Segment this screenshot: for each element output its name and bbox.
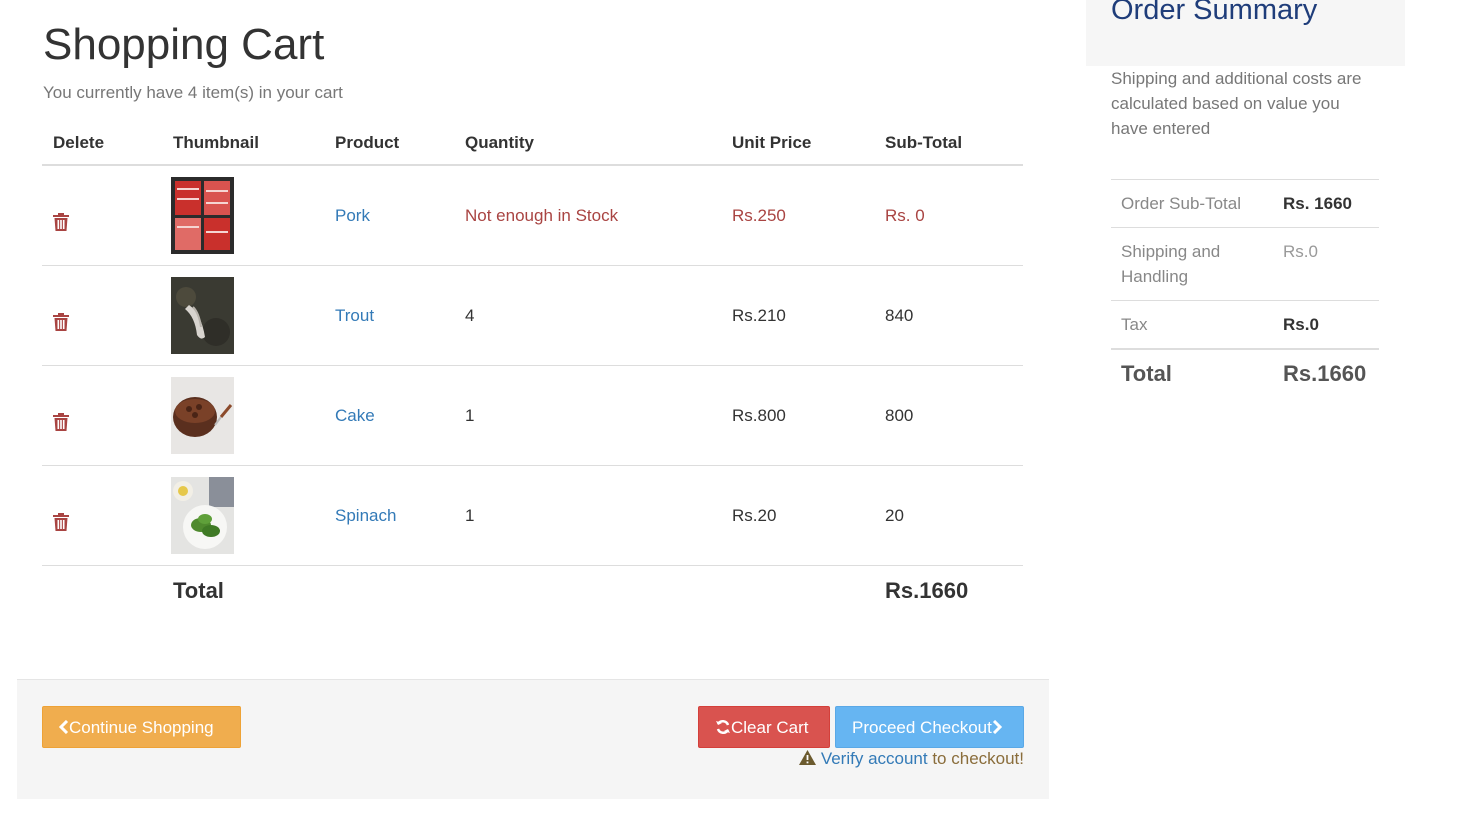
order-summary-table: Order Sub-Total Rs. 1660 Shipping and Ha… xyxy=(1111,179,1379,397)
header-unit-price: Unit Price xyxy=(721,122,874,166)
proceed-checkout-label: Proceed Checkout xyxy=(852,718,992,737)
unit-price-cell: Rs.250 xyxy=(721,165,874,266)
summary-value: Rs. 1660 xyxy=(1273,179,1379,228)
order-summary-title: Order Summary xyxy=(1111,0,1318,26)
cart-total-value: Rs.1660 xyxy=(885,578,969,603)
unit-price-cell: Rs.210 xyxy=(721,265,874,366)
thumbnail-cell xyxy=(162,165,324,266)
delete-cell xyxy=(42,265,162,366)
summary-label: Shipping and Handling xyxy=(1111,227,1273,301)
refresh-icon xyxy=(715,718,731,737)
thumbnail-cell xyxy=(162,465,324,566)
chevron-left-icon xyxy=(58,718,69,737)
quantity-cell: 1 xyxy=(454,365,721,466)
cart-total-label: Total xyxy=(173,578,224,603)
header-subtotal: Sub-Total xyxy=(874,122,1023,166)
header-quantity: Quantity xyxy=(454,122,721,166)
cart-footer: Continue Shopping Clear Cart Proceed Che… xyxy=(17,679,1049,799)
subtotal-cell: 20 xyxy=(874,465,1023,566)
order-summary-header: Order Summary xyxy=(1086,0,1405,66)
summary-row: Order Sub-Total Rs. 1660 xyxy=(1111,179,1379,228)
summary-row: Shipping and Handling Rs.0 xyxy=(1111,227,1379,301)
continue-shopping-button[interactable]: Continue Shopping xyxy=(42,706,241,748)
spinach-thumbnail[interactable] xyxy=(171,477,234,554)
cart-total-row: Total Rs.1660 xyxy=(42,566,1023,617)
cart-table: Delete Thumbnail Product Quantity Unit P… xyxy=(42,122,1023,616)
subtotal-cell: Rs. 0 xyxy=(874,165,1023,266)
summary-label: Tax xyxy=(1111,300,1273,349)
thumbnail-cell xyxy=(162,265,324,366)
trash-icon[interactable] xyxy=(52,412,70,432)
product-cell: Pork xyxy=(324,165,454,266)
delete-cell xyxy=(42,465,162,566)
verify-suffix: to checkout! xyxy=(927,749,1024,768)
proceed-checkout-button[interactable]: Proceed Checkout xyxy=(835,706,1024,748)
chevron-right-icon xyxy=(992,718,1002,737)
cart-count-text: You currently have 4 item(s) in your car… xyxy=(43,83,343,102)
pork-thumbnail[interactable] xyxy=(171,177,234,254)
summary-total-row: Total Rs.1660 xyxy=(1111,348,1379,397)
verify-notice: Verify account to checkout! xyxy=(799,749,1024,769)
trout-thumbnail[interactable] xyxy=(171,277,234,354)
cake-thumbnail[interactable] xyxy=(171,377,234,454)
header-thumbnail: Thumbnail xyxy=(162,122,324,166)
quantity-cell: Not enough in Stock xyxy=(454,165,721,266)
quantity-cell: 4 xyxy=(454,265,721,366)
page-title: Shopping Cart xyxy=(43,20,325,69)
summary-total-value: Rs.1660 xyxy=(1273,348,1379,397)
delete-cell xyxy=(42,365,162,466)
subtotal-cell: 840 xyxy=(874,265,1023,366)
table-row: Cake 1 Rs.800 800 xyxy=(42,365,1023,466)
summary-label: Order Sub-Total xyxy=(1111,179,1273,228)
thumbnail-cell xyxy=(162,365,324,466)
header-delete: Delete xyxy=(42,122,162,166)
product-cell: Spinach xyxy=(324,465,454,566)
header-product: Product xyxy=(324,122,454,166)
continue-shopping-label: Continue Shopping xyxy=(69,718,214,737)
trash-icon[interactable] xyxy=(52,212,70,232)
trash-icon[interactable] xyxy=(52,312,70,332)
table-row: Spinach 1 Rs.20 20 xyxy=(42,465,1023,566)
unit-price-cell: Rs.20 xyxy=(721,465,874,566)
summary-value: Rs.0 xyxy=(1273,300,1379,349)
product-link[interactable]: Trout xyxy=(335,306,374,325)
clear-cart-button[interactable]: Clear Cart xyxy=(698,706,830,748)
quantity-cell: 1 xyxy=(454,465,721,566)
summary-row: Tax Rs.0 xyxy=(1111,300,1379,349)
product-cell: Trout xyxy=(324,265,454,366)
warning-icon xyxy=(799,749,817,768)
clear-cart-label: Clear Cart xyxy=(731,718,809,737)
product-link[interactable]: Spinach xyxy=(335,506,396,525)
delete-cell xyxy=(42,165,162,266)
trash-icon[interactable] xyxy=(52,512,70,532)
unit-price-cell: Rs.800 xyxy=(721,365,874,466)
order-summary-note: Shipping and additional costs are calcul… xyxy=(1111,69,1362,138)
table-row: Pork Not enough in Stock Rs.250 Rs. 0 xyxy=(42,165,1023,266)
verify-account-link[interactable]: Verify account xyxy=(821,749,928,768)
product-link[interactable]: Pork xyxy=(335,206,370,225)
subtotal-cell: 800 xyxy=(874,365,1023,466)
table-header-row: Delete Thumbnail Product Quantity Unit P… xyxy=(42,122,1023,166)
table-row: Trout 4 Rs.210 840 xyxy=(42,265,1023,366)
summary-total-label: Total xyxy=(1111,348,1273,397)
product-link[interactable]: Cake xyxy=(335,406,375,425)
product-cell: Cake xyxy=(324,365,454,466)
summary-value: Rs.0 xyxy=(1273,227,1379,301)
